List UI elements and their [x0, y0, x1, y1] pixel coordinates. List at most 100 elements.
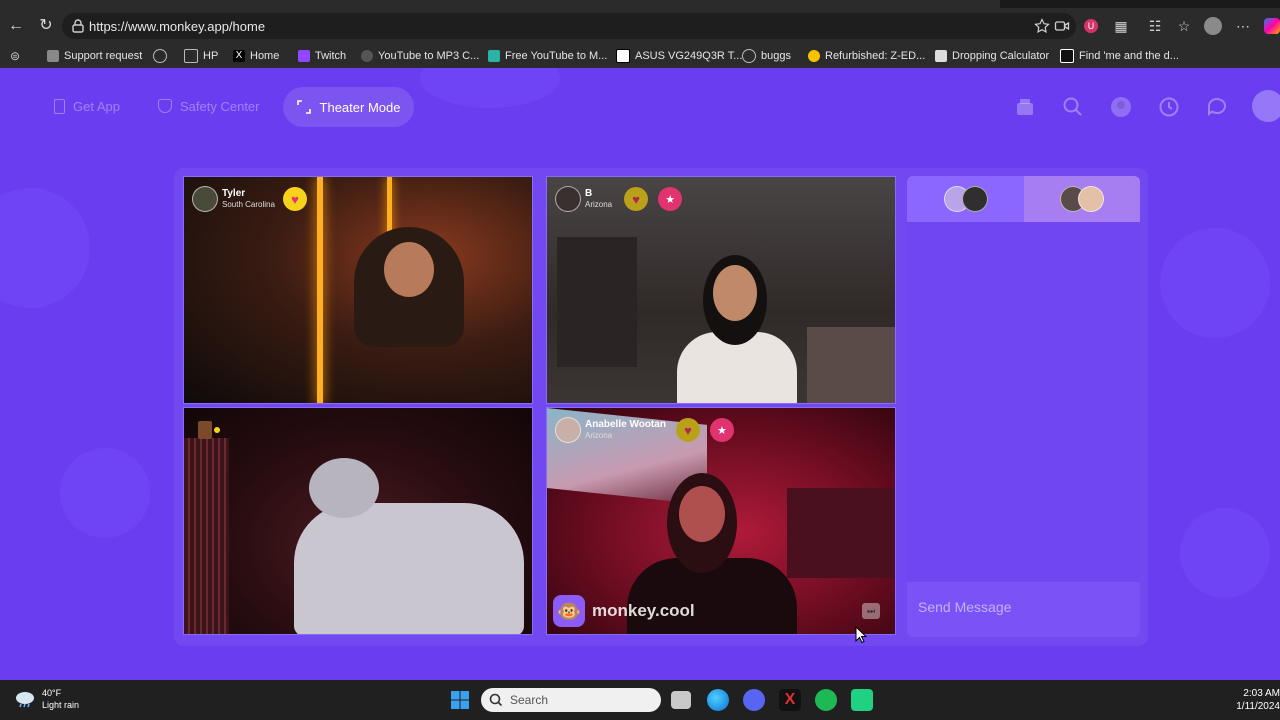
twitch-icon: [298, 50, 310, 62]
history-clock-icon[interactable]: [1158, 96, 1180, 118]
bookmark-youtube-mp3[interactable]: YouTube to MP3 C...: [361, 48, 479, 64]
profile-icon[interactable]: [1203, 16, 1223, 36]
bed: [807, 327, 895, 403]
camera-icon[interactable]: [1054, 18, 1070, 34]
app-icon[interactable]: [851, 689, 873, 711]
weather-text: Light rain: [42, 700, 80, 710]
url-text[interactable]: https://www.monkey.app/home: [89, 19, 265, 34]
theater-mode-button[interactable]: Theater Mode: [283, 87, 414, 127]
clock-date: 1/11/2024: [1236, 701, 1280, 712]
system-clock[interactable]: 2:03 AM 1/11/2024: [1230, 687, 1280, 713]
tab-strip: [0, 0, 1280, 8]
bookmark-buggs[interactable]: buggs: [742, 48, 791, 64]
safety-center-button[interactable]: Safety Center: [158, 85, 260, 127]
curtain: [184, 438, 229, 634]
task-view-icon[interactable]: [671, 691, 691, 709]
user-chip: [192, 416, 220, 444]
chat-tab-2[interactable]: [1024, 176, 1140, 222]
search-icon[interactable]: [1062, 96, 1084, 118]
back-arrow-icon[interactable]: ←: [7, 17, 25, 35]
chat-tab-1[interactable]: [907, 176, 1024, 222]
temperature: 40°F: [42, 688, 62, 698]
person-head: [309, 458, 379, 518]
monkey-logo-icon: 🐵: [553, 595, 585, 627]
active-tab[interactable]: [0, 0, 1000, 8]
xsplit-icon[interactable]: X: [779, 689, 801, 711]
asus-icon: [616, 49, 630, 63]
copilot-icon[interactable]: [1262, 16, 1280, 36]
person-shirt: [294, 503, 524, 634]
heart-icon[interactable]: ♥: [282, 187, 307, 211]
avatar: [1078, 186, 1104, 212]
background-blob: [0, 188, 90, 308]
bookmark-dropping-calculator[interactable]: Dropping Calculator: [935, 48, 1049, 64]
person-face: [713, 265, 757, 321]
background-blob: [1160, 228, 1270, 338]
avatar[interactable]: [555, 186, 581, 212]
more-menu-icon[interactable]: ⋯: [1233, 16, 1253, 36]
taskbar-search[interactable]: Search: [481, 688, 661, 712]
avatar[interactable]: [192, 186, 218, 212]
profile-avatar-icon[interactable]: [1250, 88, 1280, 124]
bookmark-home[interactable]: X Home: [233, 48, 279, 64]
x-logo-icon: X: [233, 50, 245, 62]
address-bar[interactable]: https://www.monkey.app/home: [62, 13, 1076, 39]
neon-light: [317, 177, 323, 403]
extensions-puzzle-icon[interactable]: ▦: [1111, 16, 1131, 36]
user-location: South Carolina: [222, 200, 275, 209]
user-location: Arizona: [585, 200, 613, 209]
bookmark-twitch[interactable]: Twitch: [298, 48, 346, 64]
monkey-page: Get App Safety Center Theater Mode Tyler…: [0, 68, 1280, 680]
spotify-icon[interactable]: [815, 689, 837, 711]
user-name: Anabelle Wootan: [585, 419, 666, 430]
user-location: Arizona: [585, 431, 613, 440]
favorites-icon[interactable]: ☆: [1174, 16, 1194, 36]
converter-icon: [488, 50, 500, 62]
user-name: Tyler: [222, 188, 246, 199]
mini-avatar: [198, 421, 212, 439]
coin-icon: [808, 50, 820, 62]
refresh-icon[interactable]: ↻: [37, 17, 55, 35]
background-blob: [1180, 508, 1270, 598]
video-tile-user3[interactable]: [183, 407, 533, 635]
site-info-icon[interactable]: [70, 18, 86, 34]
bookmark-globe[interactable]: [153, 48, 172, 64]
bookmarks-menu-icon[interactable]: ⊜: [10, 48, 20, 64]
skip-next-icon[interactable]: ⏭: [862, 603, 880, 619]
brand-text: monkey.cool: [592, 601, 695, 620]
heart-icon[interactable]: ♥: [675, 418, 700, 442]
verified-badge-icon[interactable]: ★: [658, 187, 683, 211]
split-screen-icon[interactable]: ☷: [1145, 16, 1165, 36]
shield-icon: [158, 99, 172, 113]
avatar[interactable]: [555, 417, 581, 443]
discord-icon[interactable]: [743, 689, 765, 711]
favorite-star-icon[interactable]: [1034, 18, 1050, 34]
video-tile-tyler[interactable]: Tyler South Carolina ♥: [183, 176, 533, 404]
user-chip: B Arizona ♥ ★: [555, 185, 683, 213]
tiktok-icon: [1060, 49, 1074, 63]
shop-icon[interactable]: [1014, 96, 1036, 118]
globe-icon: [153, 49, 167, 63]
chat-bubble-icon[interactable]: [1206, 96, 1228, 118]
globe-icon: [742, 49, 756, 63]
monkey-watermark: 🐵 monkey.cool: [553, 595, 695, 627]
bookmarks-bar: ⊜ Support request HP X Home Twitch YouTub…: [0, 44, 1280, 69]
avatar-coin-icon[interactable]: [1110, 96, 1132, 118]
bookmark-asus[interactable]: ASUS VG249Q3R T...: [616, 48, 742, 64]
background-blob: [420, 68, 560, 108]
windows-start-icon[interactable]: [449, 689, 471, 711]
bookmark-tiktok[interactable]: Find 'me and the d...: [1060, 48, 1179, 64]
verified-badge-icon[interactable]: ★: [709, 418, 734, 442]
send-message-input[interactable]: Send Message: [907, 582, 1140, 637]
edge-browser-icon[interactable]: [707, 689, 729, 711]
bookmark-free-youtube[interactable]: Free YouTube to M...: [488, 48, 607, 64]
extension-u-icon[interactable]: U: [1081, 16, 1101, 36]
bookmark-hp[interactable]: HP: [184, 48, 218, 64]
phone-icon: [54, 98, 65, 114]
get-app-button[interactable]: Get App: [54, 85, 120, 127]
bookmark-support-request[interactable]: Support request: [47, 48, 142, 64]
bookmark-refurbished[interactable]: Refurbished: Z-ED...: [808, 48, 925, 64]
heart-icon[interactable]: ♥: [624, 187, 649, 211]
video-tile-b[interactable]: B Arizona ♥ ★: [546, 176, 896, 404]
weather-widget[interactable]: 40°F Light rain: [14, 687, 79, 711]
